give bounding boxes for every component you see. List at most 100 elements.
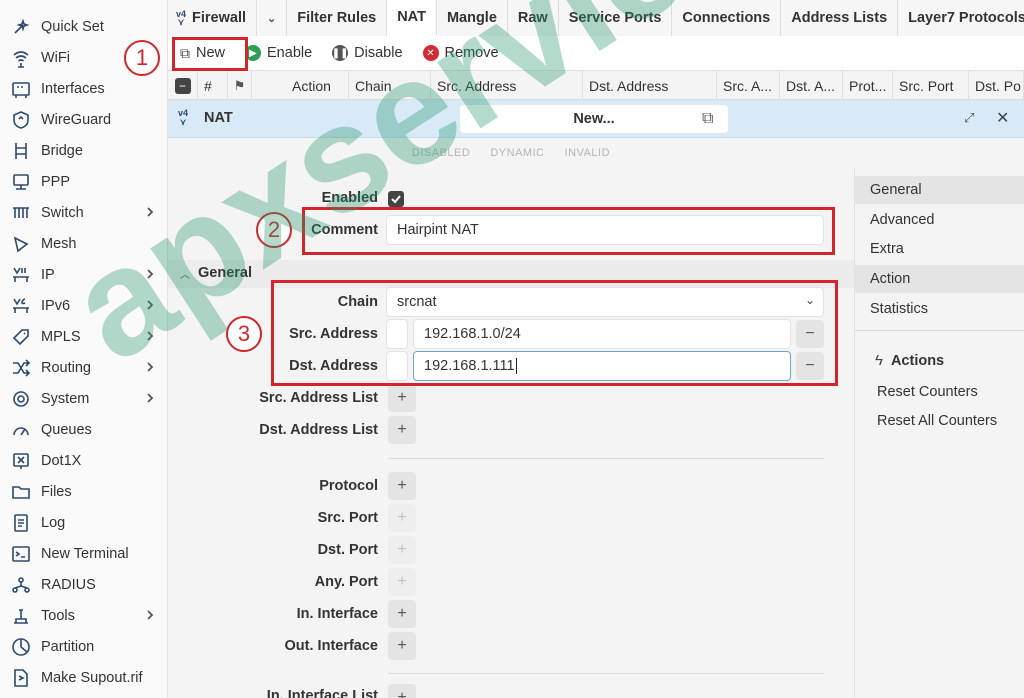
plus-icon: + [397, 605, 407, 622]
sidebar-item-radius[interactable]: RADIUS [0, 570, 168, 600]
any-port-add-button[interactable]: + [388, 568, 416, 596]
radius-icon [10, 574, 32, 596]
column-flag[interactable]: ⚑ [228, 71, 252, 101]
panel-tab-advanced[interactable]: Advanced [855, 206, 1024, 234]
tab-raw[interactable]: Raw [507, 0, 559, 36]
sidebar-item-label: Files [41, 484, 72, 500]
enable-button[interactable]: ▶ Enable [239, 39, 318, 67]
dst-port-add-button[interactable]: + [388, 536, 416, 564]
sidebar-item-new-terminal[interactable]: New Terminal [0, 539, 168, 569]
column-chain[interactable]: Chain [349, 71, 431, 101]
sidebar-item-dot1x[interactable]: Dot1X [0, 446, 168, 476]
sidebar-item-mpls[interactable]: MPLS [0, 322, 168, 352]
supout-icon [10, 667, 32, 689]
out-interface-add-button[interactable]: + [388, 632, 416, 660]
enabled-checkbox[interactable] [388, 191, 404, 207]
sidebar-item-queues[interactable]: Queues [0, 415, 168, 445]
sidebar-item-system[interactable]: System [0, 384, 168, 414]
sidebar-item-wireguard[interactable]: WireGuard [0, 105, 168, 135]
dialog-header: v4 ⋎ NAT New... ⧉ ⤢ ✕ [168, 100, 1024, 138]
lightning-icon: ϟ [875, 352, 883, 369]
sidebar-item-label: Mesh [41, 236, 77, 252]
sidebar-item-label: System [41, 391, 90, 407]
in-interface-add-button[interactable]: + [388, 600, 416, 628]
sidebar-item-mesh[interactable]: Mesh [0, 229, 168, 259]
panel-tab-action[interactable]: Action [855, 265, 1024, 293]
panel-tab-statistics[interactable]: Statistics [855, 295, 1024, 323]
tab-layer7-protocols[interactable]: Layer7 Protocols [898, 0, 1024, 36]
in-interface-list-add-button[interactable]: + [388, 684, 416, 698]
tab-service-ports[interactable]: Service Ports [558, 0, 673, 36]
folder-icon [10, 481, 32, 503]
general-section-title: General [198, 265, 252, 281]
sidebar-item-switch[interactable]: Switch [0, 198, 168, 228]
sidebar-item-label: RADIUS [41, 577, 96, 593]
terminal-icon [10, 543, 32, 565]
reset-counters-link[interactable]: Reset Counters [855, 378, 1024, 406]
dot1x-icon [10, 450, 32, 472]
sidebar-item-ip[interactable]: IP [0, 260, 168, 290]
column-action[interactable]: Action [286, 71, 349, 101]
column-dst-address[interactable]: Dst. Address [583, 71, 717, 101]
reset-all-counters-link[interactable]: Reset All Counters [855, 407, 1024, 435]
chevron-right-icon [144, 329, 158, 343]
ipv4-icon: v4 ⋎ [176, 9, 187, 27]
close-icon[interactable]: ✕ [996, 108, 1009, 128]
enable-button-label: Enable [267, 45, 313, 61]
remove-button[interactable]: ✕ Remove [417, 39, 505, 67]
annotation-box-comment [302, 207, 835, 255]
sidebar-item-files[interactable]: Files [0, 477, 168, 507]
sidebar-item-make-supout[interactable]: Make Supout.rif [0, 663, 168, 693]
expand-icon[interactable]: ⤢ [964, 110, 974, 126]
sidebar-item-label: New Terminal [41, 546, 129, 562]
plus-icon: + [397, 389, 407, 406]
enabled-label: Enabled [321, 190, 378, 206]
select-all-checkbox[interactable]: − [168, 71, 198, 101]
sidebar-item-quick-set[interactable]: Quick Set [0, 12, 168, 42]
column-src-port[interactable]: Src. Port [893, 71, 969, 101]
sidebar-item-label: Routing [41, 360, 91, 376]
column-src-address-list[interactable]: Src. A... [717, 71, 780, 101]
tab-mangle[interactable]: Mangle [436, 0, 508, 36]
sidebar-item-ppp[interactable]: PPP [0, 167, 168, 197]
column-dst-port[interactable]: Dst. Po [969, 71, 1024, 101]
protocol-add-button[interactable]: + [388, 472, 416, 500]
sidebar-item-label: Dot1X [41, 453, 82, 469]
sidebar-item-routing[interactable]: Routing [0, 353, 168, 383]
sidebar-item-log[interactable]: Log [0, 508, 168, 538]
sidebar-item-label: MPLS [41, 329, 81, 345]
chevron-right-icon [144, 608, 158, 622]
table-header: − # ⚑ Action Chain Src. Address Dst. Add… [168, 70, 1024, 101]
sidebar-item-interfaces[interactable]: Interfaces [0, 74, 168, 104]
panel-tab-general[interactable]: General [855, 176, 1024, 204]
column-dst-address-list[interactable]: Dst. A... [780, 71, 843, 101]
tab-nat[interactable]: NAT [387, 0, 437, 36]
tab-firewall[interactable]: v4 ⋎ Firewall [168, 0, 258, 36]
tab-filter-rules[interactable]: Filter Rules [287, 0, 388, 36]
chevron-right-icon [144, 267, 158, 281]
disable-button[interactable]: ❚❚ Disable [326, 39, 408, 67]
tab-connections[interactable]: Connections [672, 0, 782, 36]
sidebar-item-bridge[interactable]: Bridge [0, 136, 168, 166]
sidebar-item-partition[interactable]: Partition [0, 632, 168, 662]
system-gear-icon [10, 388, 32, 410]
tab-label: Firewall [192, 10, 247, 26]
annotation-marker-2: 2 [256, 212, 292, 248]
tab-dropdown[interactable]: ⌄ [257, 0, 288, 36]
copy-icon[interactable]: ⧉ [702, 110, 713, 128]
sidebar-item-tools[interactable]: Tools [0, 601, 168, 631]
dialog-name-field[interactable]: New... [460, 105, 728, 133]
column-number[interactable]: # [198, 71, 228, 101]
dst-address-list-add-button[interactable]: + [388, 416, 416, 444]
tab-address-lists[interactable]: Address Lists [781, 0, 899, 36]
sidebar-item-ipv6[interactable]: IPv6 [0, 291, 168, 321]
column-protocol[interactable]: Prot... [843, 71, 893, 101]
nat-ipv4-icon: v4 ⋎ [178, 108, 189, 127]
partition-icon [10, 636, 32, 658]
column-src-address[interactable]: Src. Address [431, 71, 583, 101]
divider [855, 330, 1024, 331]
src-port-add-button[interactable]: + [388, 504, 416, 532]
remove-button-label: Remove [444, 45, 499, 61]
panel-tab-extra[interactable]: Extra [855, 235, 1024, 263]
src-address-list-add-button[interactable]: + [388, 384, 416, 412]
